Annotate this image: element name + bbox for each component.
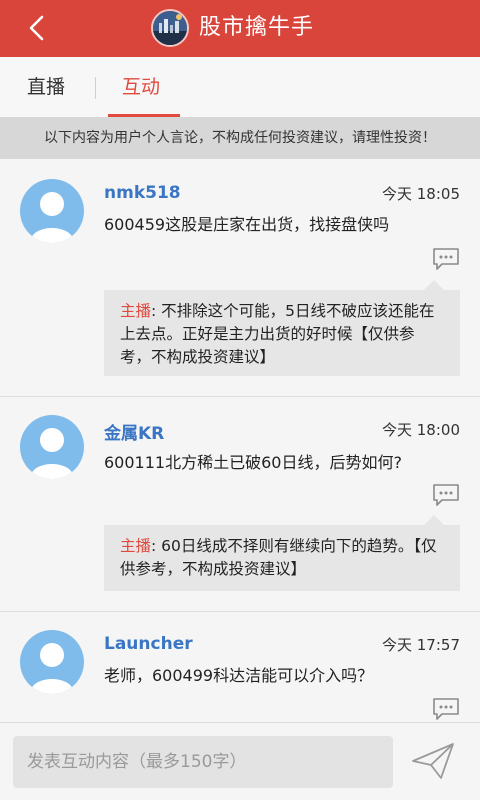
tab-divider [95,77,96,99]
tab-live[interactable]: 直播 [27,75,65,99]
comment-input[interactable] [13,736,393,788]
reply-separator: : [151,537,162,555]
title-bar: 股市擒牛手 [0,0,480,57]
send-icon[interactable] [411,741,455,781]
avatar[interactable] [20,415,84,479]
disclaimer-banner: 以下内容为用户个人言论，不构成任何投资建议，请理性投资！ [0,117,480,159]
username[interactable]: Launcher [104,634,193,654]
username[interactable]: nmk518 [104,183,181,203]
page-title: 股市擒牛手 [199,15,315,40]
avatar[interactable] [20,179,84,243]
comment-icon[interactable] [432,483,460,507]
host-reply: 主播: 不排除这个可能，5日线不破应该还能在上去点。正好是主力出货的好时候【仅供… [104,280,460,376]
chevron-left-icon[interactable] [22,12,54,44]
timestamp: 今天 18:05 [382,185,460,203]
tab-interact[interactable]: 互动 [122,75,160,99]
reply-text: 不排除这个可能，5日线不破应该还能在上去点。正好是主力出货的好时候【仅供参考，不… [120,302,435,366]
comment-icon[interactable] [432,697,460,721]
app-logo [151,9,189,47]
host-label: 主播 [120,537,152,555]
message-text: 老师，600499科达洁能可以介入吗？ [104,666,374,685]
list-item: Launcher 今天 17:57 老师，600499科达洁能可以介入吗？ [0,612,480,722]
host-reply: 主播: 60日线成不择则有继续向下的趋势。【仅供参考，不构成投资建议】 [104,515,460,591]
composer-bar [0,722,480,800]
reply-text: 60日线成不择则有继续向下的趋势。【仅供参考，不构成投资建议】 [120,537,437,578]
reply-separator: : [151,302,162,320]
message-text: 600111北方稀土已破60日线，后势如何? [104,453,402,472]
timestamp: 今天 17:57 [382,636,460,654]
username[interactable]: 金属KR [104,419,164,444]
avatar[interactable] [20,630,84,694]
comment-icon[interactable] [432,247,460,271]
list-item: 金属KR 今天 18:00 600111北方稀土已破60日线，后势如何? 主播:… [0,397,480,612]
timestamp: 今天 18:00 [382,421,460,439]
tab-bar: 直播 互动 [0,57,480,117]
host-label: 主播 [120,302,152,320]
list-item: nmk518 今天 18:05 600459这股是庄家在出货，找接盘侠吗 主播:… [0,159,480,397]
message-text: 600459这股是庄家在出货，找接盘侠吗 [104,215,390,234]
